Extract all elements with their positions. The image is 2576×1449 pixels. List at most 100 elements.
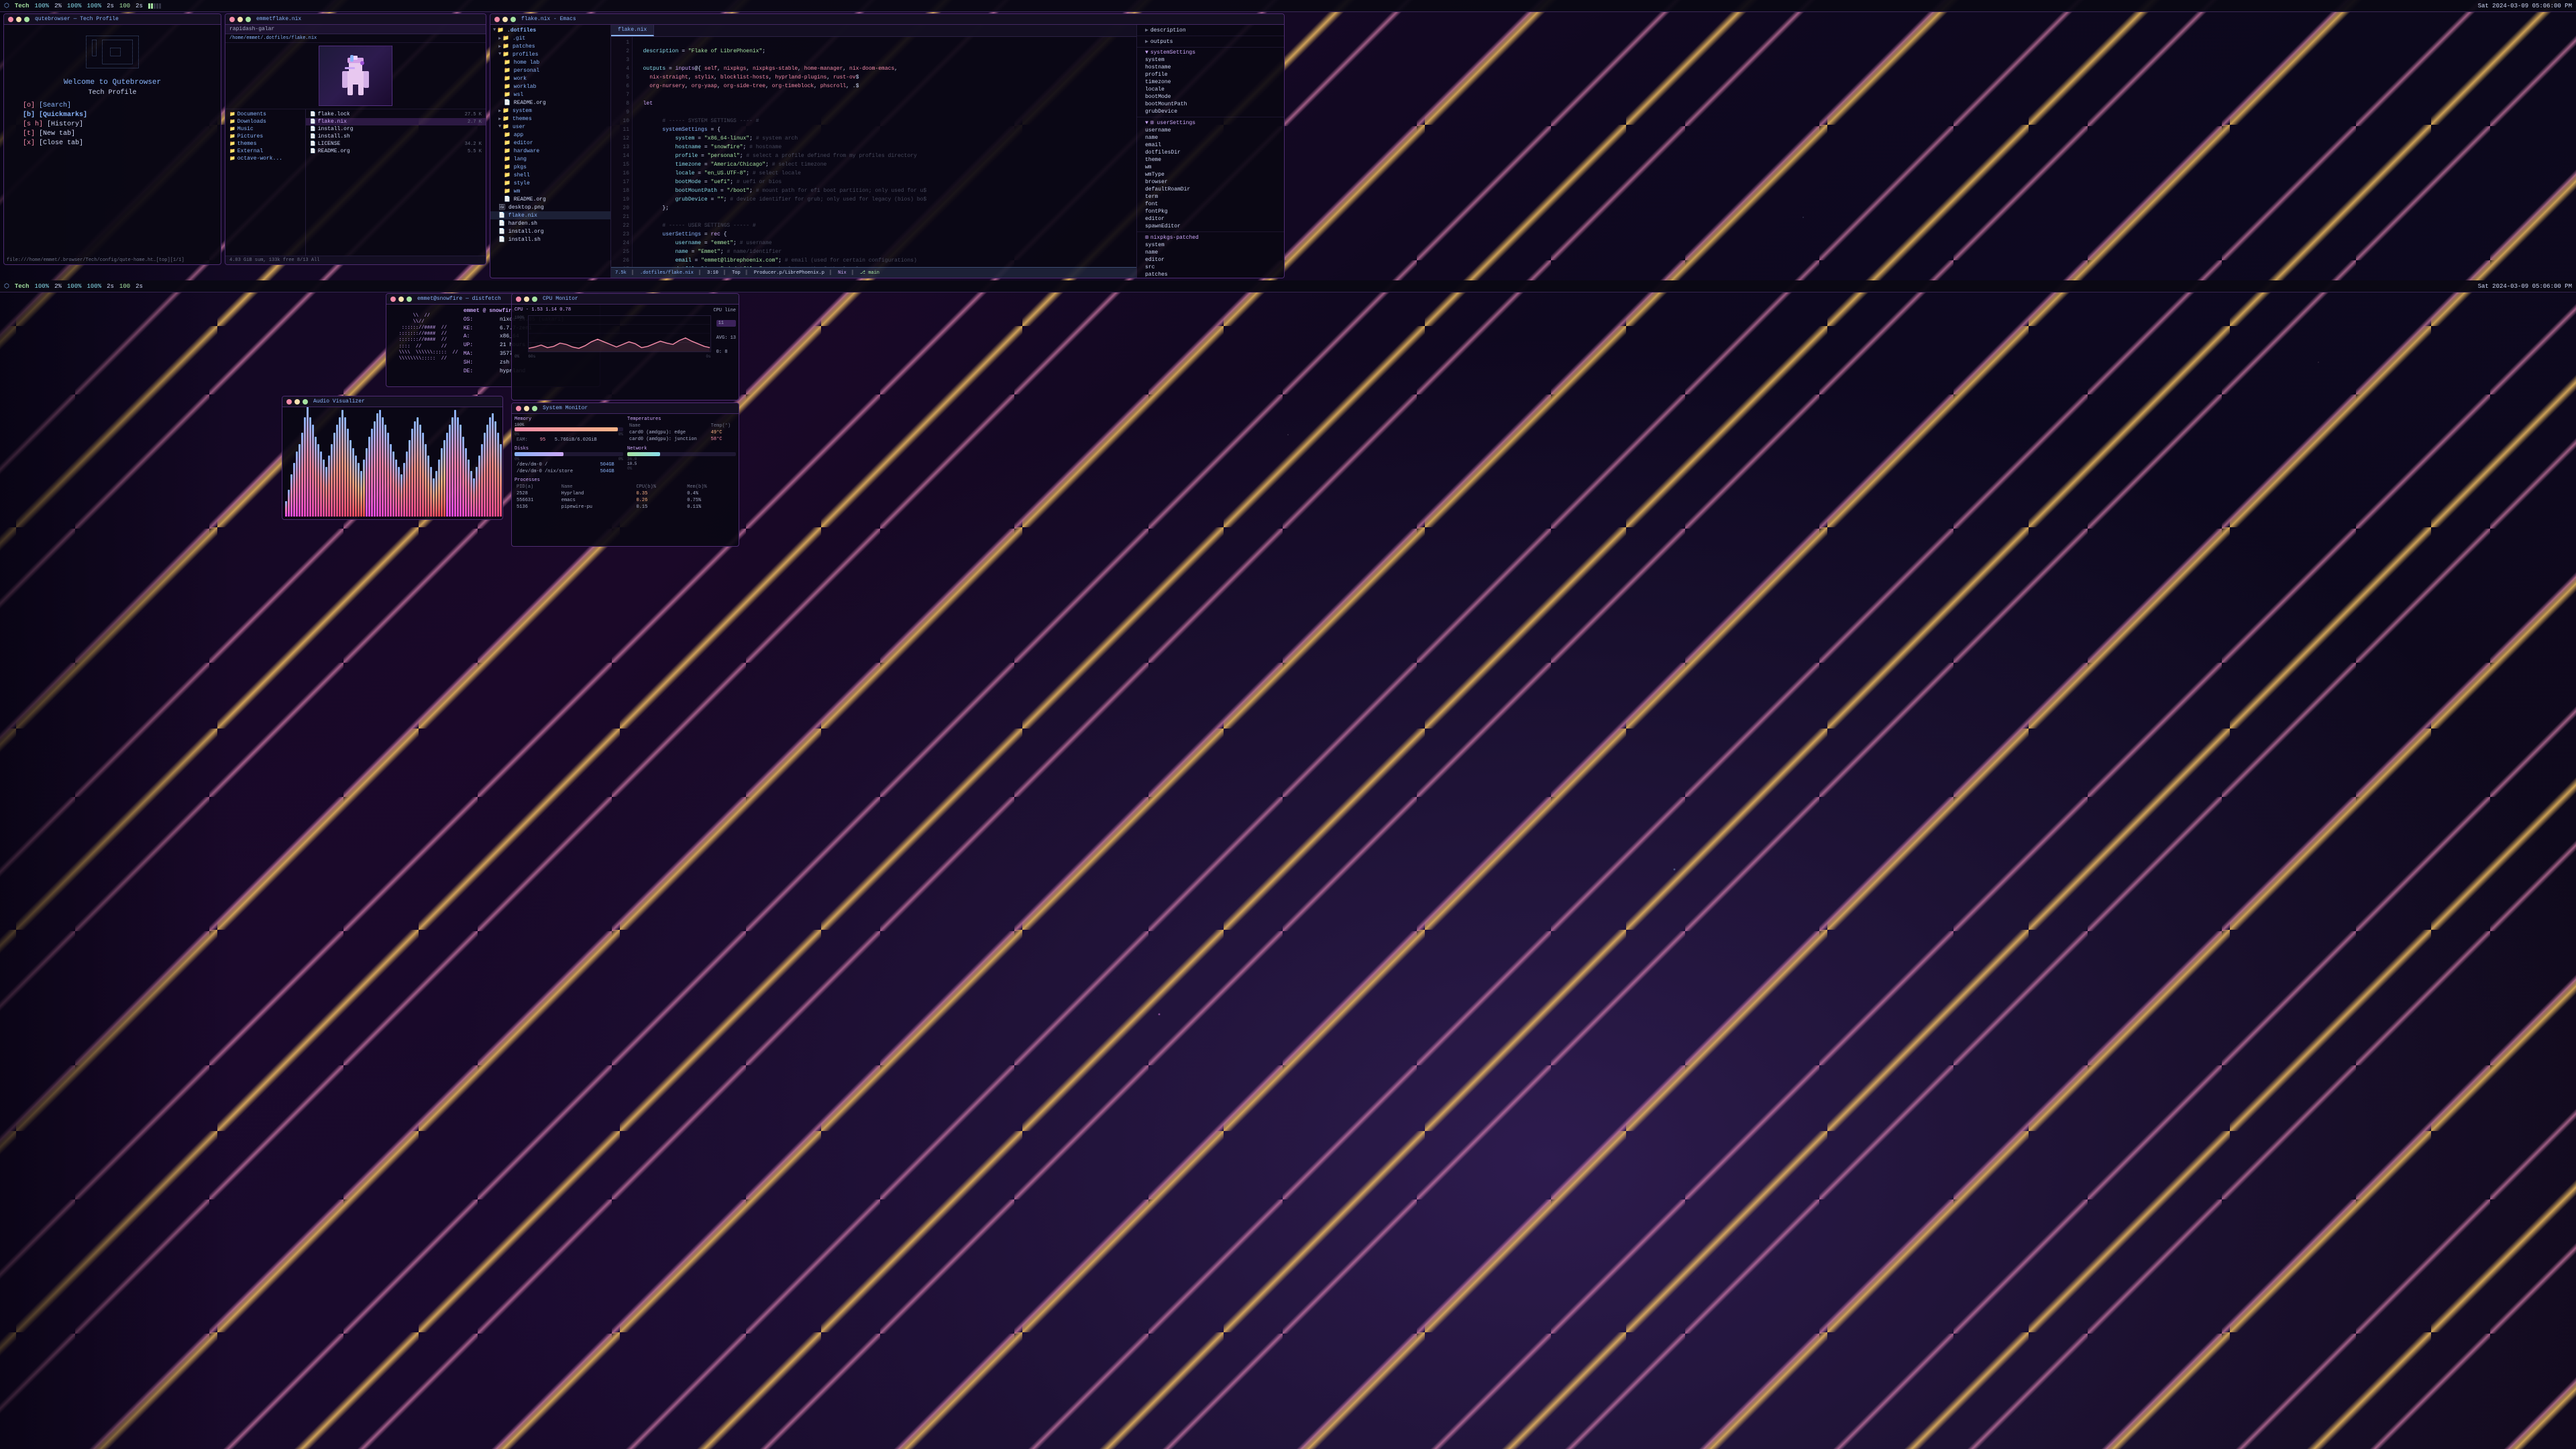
right-theme[interactable]: theme [1140,156,1281,164]
neofetch-min-btn[interactable] [398,297,404,302]
right-editor[interactable]: editor [1140,215,1281,223]
tree-harden-sh[interactable]: 📄 harden.sh [490,219,610,227]
right-font[interactable]: font [1140,201,1281,208]
qute-link-newtab[interactable]: [t] [New tab] [23,130,215,138]
qute-close-btn[interactable] [8,17,13,22]
tree-homelab[interactable]: 📁 home lab [490,58,610,66]
tree-shell[interactable]: 📁 shell [490,171,610,179]
right-spawnedit[interactable]: spawnEditor [1140,223,1281,230]
right-item-user-settings[interactable]: ▼ ⊞ userSettings [1140,119,1281,127]
tree-flake-nix[interactable]: 📄 flake.nix [490,211,610,219]
cpu-max-btn[interactable] [532,297,537,302]
right-dotfilesdir[interactable]: dotfilesDir [1140,149,1281,156]
right-term[interactable]: term [1140,193,1281,201]
sysmon-close-btn[interactable] [516,406,521,411]
tree-profiles[interactable]: ▼ 📁 profiles [490,50,610,58]
sysmon-min-btn[interactable] [524,406,529,411]
tree-work[interactable]: 📁 work [490,74,610,83]
tree-pkgs[interactable]: 📁 pkgs [490,163,610,171]
file-sidebar-item-pictures[interactable]: 📁 Pictures [225,133,305,140]
right-email[interactable]: email [1140,142,1281,149]
right-wmtype[interactable]: wmType [1140,171,1281,178]
right-defaultroamdir[interactable]: defaultRoamDir [1140,186,1281,193]
file-sidebar-item-documents[interactable]: 📁 Documents [225,111,305,118]
neofetch-max-btn[interactable] [407,297,412,302]
file-item-flake-nix[interactable]: 📄 flake.nix 2.7 K [306,118,486,125]
right-hostname[interactable]: hostname [1140,64,1281,71]
tree-style[interactable]: 📁 style [490,179,610,187]
right-bootmountpath[interactable]: bootMountPath [1140,101,1281,108]
tree-git[interactable]: ▶ 📁 .git [490,34,610,42]
audio-min-btn[interactable] [294,399,300,405]
neofetch-close-btn[interactable] [390,297,396,302]
audio-close-btn[interactable] [286,399,292,405]
right-name[interactable]: name [1140,134,1281,142]
tree-desktop-png[interactable]: 🖼 desktop.png [490,203,610,211]
tree-user[interactable]: ▼ 📁 user [490,123,610,131]
qute-min-btn[interactable] [16,17,21,22]
tree-patches[interactable]: ▶ 📁 patches [490,42,610,50]
right-item-outputs[interactable]: ▶ outputs [1140,38,1281,46]
right-profile[interactable]: profile [1140,71,1281,78]
tree-editor[interactable]: 📁 editor [490,139,610,147]
code-min-btn[interactable] [502,17,508,22]
tree-readme-user[interactable]: 📄 README.org [490,195,610,203]
right-browser[interactable]: browser [1140,178,1281,186]
tree-lang[interactable]: 📁 lang [490,155,610,163]
tree-system[interactable]: ▶ 📁 system [490,107,610,115]
tree-wsl[interactable]: 📁 wsl [490,91,610,99]
file-item-install-sh[interactable]: 📄 install.sh [306,133,486,140]
tree-app[interactable]: 📁 app [490,131,610,139]
file-item-readme[interactable]: 📄 README.org 5.5 K [306,148,486,155]
right-nixpkgs-system[interactable]: system [1140,241,1281,249]
audio-max-btn[interactable] [303,399,308,405]
file-sidebar-item-downloads[interactable]: 📁 Downloads [225,118,305,125]
sysmon-max-btn[interactable] [532,406,537,411]
file-sidebar-item-themes[interactable]: 📁 themes [225,140,305,148]
right-item-system-settings[interactable]: ▼ systemSettings [1140,49,1281,56]
tree-install-sh[interactable]: 📄 install.sh [490,235,610,244]
qute-link-search[interactable]: [o] [Search] [23,102,215,109]
tree-install-org[interactable]: 📄 install.org [490,227,610,235]
cpu-min-btn[interactable] [524,297,529,302]
right-nixpkgs-editor[interactable]: editor [1140,256,1281,264]
code-text[interactable]: description = "Flake of LibrePhoenix"; o… [633,37,1136,267]
right-bootmode[interactable]: bootMode [1140,93,1281,101]
qute-link-quickmarks[interactable]: [b] [Quickmarks] [23,111,215,119]
right-system[interactable]: system [1140,56,1281,64]
qute-link-closetab[interactable]: [x] [Close tab] [23,140,215,147]
right-username[interactable]: username [1140,127,1281,134]
right-item-description[interactable]: ▶ description [1140,26,1281,34]
qute-max-btn[interactable] [24,17,30,22]
qute-link-history[interactable]: [s h] [History] [23,121,215,128]
file-sidebar-item-external[interactable]: 📁 External [225,148,305,155]
right-nixpkgs-name[interactable]: name [1140,249,1281,256]
file-sidebar-item-octave[interactable]: 📁 octave-work... [225,155,305,162]
file-close-btn[interactable] [229,17,235,22]
code-max-btn[interactable] [511,17,516,22]
file-min-btn[interactable] [237,17,243,22]
code-close-btn[interactable] [494,17,500,22]
file-item-install-org[interactable]: 📄 install.org [306,125,486,133]
file-item-license[interactable]: 📄 LICENSE 34.2 K [306,140,486,148]
right-nixpkgs-src[interactable]: src [1140,264,1281,271]
code-tab-flake[interactable]: flake.nix [611,25,654,36]
tree-wm[interactable]: 📁 wm [490,187,610,195]
cpu-close-btn[interactable] [516,297,521,302]
file-item-flake-lock[interactable]: 📄 flake.lock 27.5 K [306,111,486,118]
right-timezone[interactable]: timezone [1140,78,1281,86]
tree-themes[interactable]: ▶ 📁 themes [490,115,610,123]
right-locale[interactable]: locale [1140,86,1281,93]
tree-worklab[interactable]: 📁 worklab [490,83,610,91]
tree-personal[interactable]: 📁 personal [490,66,610,74]
tree-hardware[interactable]: 📁 hardware [490,147,610,155]
right-fontpkg[interactable]: fontPkg [1140,208,1281,215]
file-max-btn[interactable] [246,17,251,22]
right-wm[interactable]: wm [1140,164,1281,171]
right-grubdevice[interactable]: grubDevice [1140,108,1281,115]
file-sidebar-item-music[interactable]: 📁 Music [225,125,305,133]
tree-root[interactable]: ▼ 📁 .dotfiles [490,26,610,34]
tree-readme-profiles[interactable]: 📄 README.org [490,99,610,107]
right-nixpkgs-patches[interactable]: patches [1140,271,1281,278]
right-item-nixpkgs[interactable]: ⊞ nixpkgs-patched [1140,233,1281,241]
